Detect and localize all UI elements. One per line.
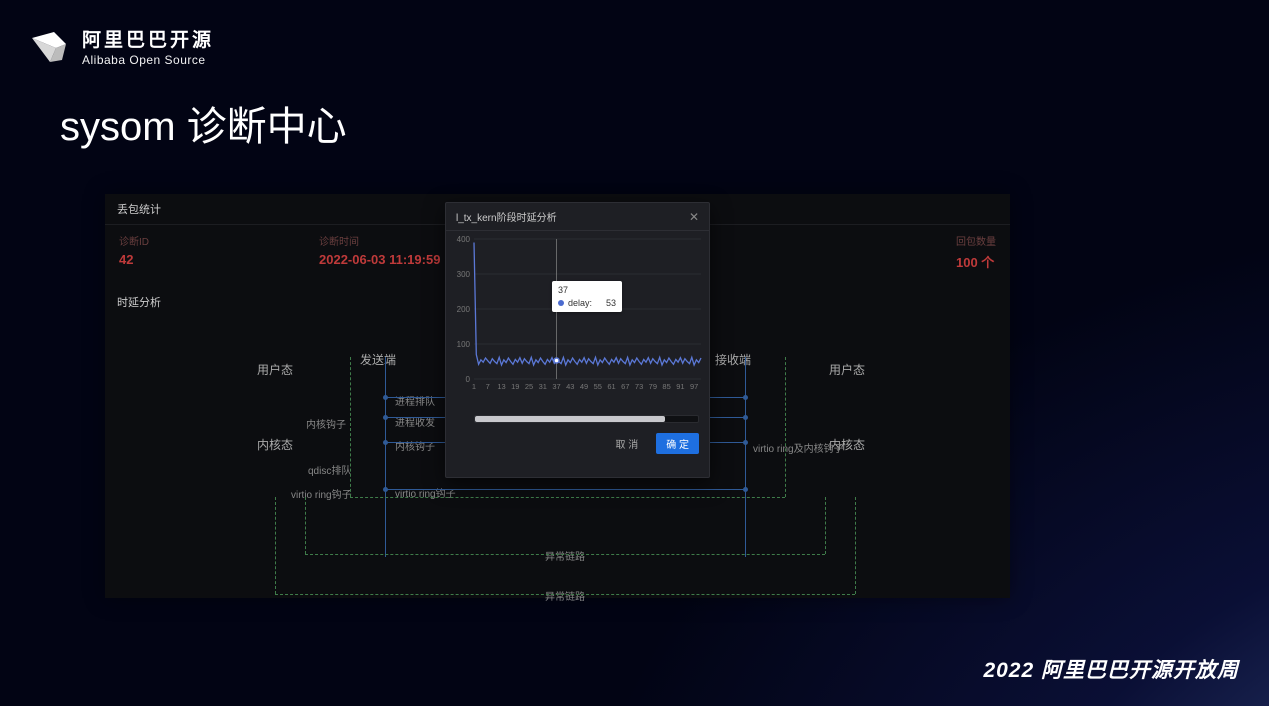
diagram-node: 进程排队 xyxy=(395,393,435,408)
diagram-label-kernel-left: 内核态 xyxy=(257,436,293,453)
alibaba-logo-icon xyxy=(28,28,70,70)
stat-item: 回包数量 100 个 xyxy=(956,233,996,271)
svg-text:25: 25 xyxy=(525,382,533,391)
stat-label: 诊断ID xyxy=(119,233,149,248)
slide-footer: 2022 阿里巴巴开源开放周 xyxy=(983,654,1239,684)
brand: 阿里巴巴开源 Alibaba Open Source xyxy=(28,28,214,70)
scrollbar-thumb[interactable] xyxy=(475,416,665,422)
diagram-label-user-left: 用户态 xyxy=(257,361,293,378)
diagram-node: 内核钩子 xyxy=(306,416,346,431)
svg-text:97: 97 xyxy=(690,382,698,391)
modal-title: l_tx_kern阶段时延分析 xyxy=(456,209,557,224)
svg-text:0: 0 xyxy=(466,375,471,384)
svg-text:37: 37 xyxy=(552,382,560,391)
chart-tooltip: 37 delay: 53 xyxy=(552,281,622,312)
delay-line-chart[interactable]: 0 100 200 300 400 1 7 13 19 25 31 37 43 49 55 61 67 73 79 8… xyxy=(452,235,703,425)
diagram-node: virtio ring钩子 xyxy=(291,486,352,501)
svg-text:73: 73 xyxy=(635,382,643,391)
cancel-button[interactable]: 取 消 xyxy=(605,433,648,454)
brand-name-en: Alibaba Open Source xyxy=(82,53,214,67)
svg-text:43: 43 xyxy=(566,382,574,391)
chart-range-scrollbar[interactable] xyxy=(474,415,699,423)
svg-text:7: 7 xyxy=(486,382,490,391)
svg-text:61: 61 xyxy=(607,382,615,391)
svg-text:1: 1 xyxy=(472,382,476,391)
diagram-node: 异常链路 xyxy=(545,548,585,563)
diagram-node: qdisc排队 xyxy=(308,462,351,477)
page-title: sysom 诊断中心 xyxy=(60,94,347,152)
diagram-node: 内核钩子 xyxy=(395,438,435,453)
close-icon[interactable]: ✕ xyxy=(689,210,699,224)
stat-label: 回包数量 xyxy=(956,233,996,248)
svg-text:55: 55 xyxy=(594,382,602,391)
series-color-dot-icon xyxy=(558,300,564,306)
svg-text:300: 300 xyxy=(457,270,471,279)
diagram-label-user-right: 用户态 xyxy=(829,361,865,378)
tooltip-value: 53 xyxy=(606,297,616,310)
delay-chart-modal: l_tx_kern阶段时延分析 ✕ 0 100 200 300 400 1 7 13 19 25 3… xyxy=(445,202,710,478)
svg-text:13: 13 xyxy=(497,382,505,391)
stat-value: 100 个 xyxy=(956,252,996,271)
diagram-node: virtio ring及内核钩子 xyxy=(753,440,844,455)
stat-label: 诊断时间 xyxy=(319,233,440,248)
ok-button[interactable]: 确 定 xyxy=(656,433,699,454)
svg-text:85: 85 xyxy=(662,382,670,391)
svg-text:49: 49 xyxy=(580,382,588,391)
svg-text:67: 67 xyxy=(621,382,629,391)
stat-item: 诊断时间 2022-06-03 11:19:59 xyxy=(319,233,440,271)
stat-value: 42 xyxy=(119,252,149,267)
svg-text:100: 100 xyxy=(457,340,471,349)
brand-name-cn: 阿里巴巴开源 xyxy=(82,30,214,53)
svg-text:31: 31 xyxy=(539,382,547,391)
svg-text:91: 91 xyxy=(676,382,684,391)
svg-text:400: 400 xyxy=(457,235,471,244)
stat-value: 2022-06-03 11:19:59 xyxy=(319,252,440,267)
tooltip-x: 37 xyxy=(558,284,616,297)
diagram-node: 异常链路 xyxy=(545,588,585,603)
diagram-label-sender: 发送端 xyxy=(360,351,396,368)
tooltip-series: delay: xyxy=(568,297,592,310)
svg-text:200: 200 xyxy=(457,305,471,314)
svg-text:19: 19 xyxy=(511,382,519,391)
svg-text:79: 79 xyxy=(649,382,657,391)
stat-item: 诊断ID 42 xyxy=(119,233,149,271)
